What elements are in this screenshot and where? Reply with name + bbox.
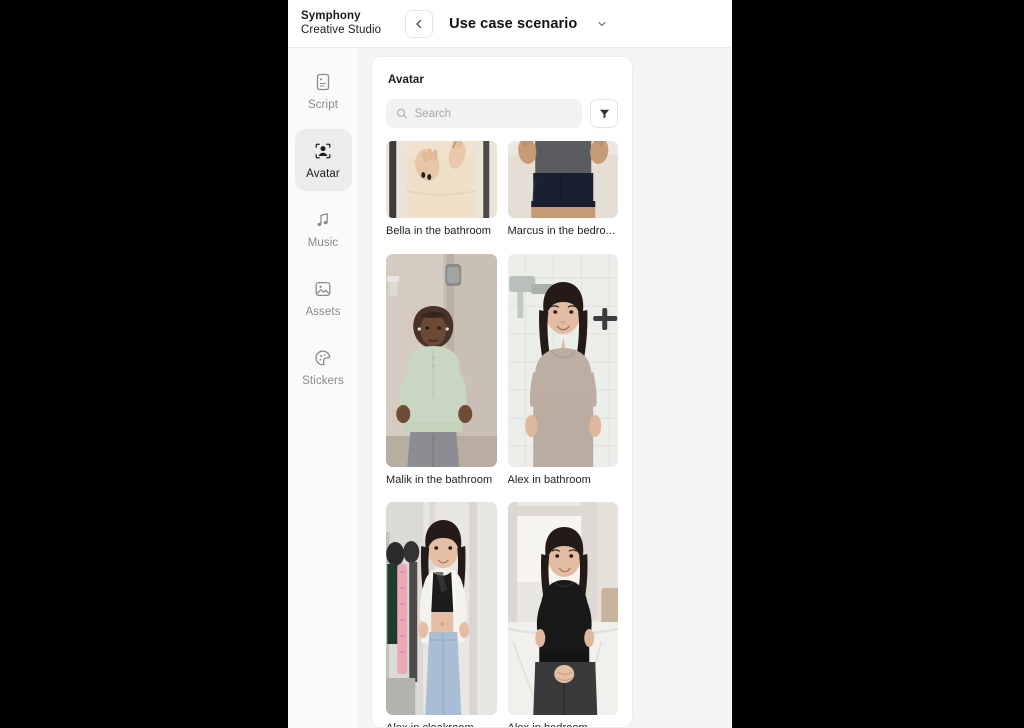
sidebar-item-label: Stickers [302, 374, 344, 387]
panel-title: Avatar [388, 74, 424, 86]
sidebar-item-label: Script [308, 98, 338, 111]
avatar-card-label: Marcus in the bedro... [507, 225, 615, 237]
app-header: Symphony Creative Studio Use case scenar… [288, 0, 732, 48]
left-sidebar: Script Avatar Music Assets Stickers [288, 48, 359, 728]
script-icon [316, 73, 330, 90]
avatar-thumbnail[interactable] [507, 141, 618, 218]
avatar-thumbnail[interactable] [386, 141, 497, 218]
sidebar-item-label: Assets [305, 305, 341, 318]
avatar-thumbnail[interactable] [507, 502, 618, 716]
avatar-card-label: Alex in bedroom [508, 722, 619, 727]
filter-button[interactable] [590, 99, 618, 128]
avatar-card[interactable]: Alex in bedroom [507, 502, 619, 727]
avatar-grid: Bella in the bathroom Marcus in the bedr… [372, 141, 632, 727]
avatar-card-label: Alex in bathroom [507, 473, 591, 486]
avatar-icon [315, 143, 331, 158]
filter-funnel-icon [599, 109, 609, 119]
sidebar-item-label: Music [307, 236, 339, 249]
back-button[interactable] [405, 9, 434, 38]
stickers-icon [315, 350, 331, 365]
avatar-thumbnail-image [507, 253, 618, 467]
brand-name: Symphony [301, 9, 361, 22]
sidebar-item-stickers[interactable]: Stickers [295, 336, 352, 398]
avatar-thumbnail-image [386, 502, 497, 716]
sidebar-item-music[interactable]: Music [295, 198, 352, 260]
avatar-thumbnail[interactable] [386, 502, 497, 716]
brand-subtitle: Creative Studio [301, 23, 382, 36]
chevron-down-icon [598, 21, 606, 26]
avatar-thumbnail-image [386, 141, 497, 218]
app-window: Symphony Creative Studio Use case scenar… [288, 0, 732, 728]
document-dropdown-button[interactable] [595, 17, 609, 31]
sidebar-item-script[interactable]: Script [295, 60, 352, 122]
sidebar-item-label: Avatar [306, 167, 340, 180]
avatar-thumbnail-image [386, 253, 497, 467]
avatar-card[interactable]: Alex in cloakroom [386, 502, 497, 727]
avatar-thumbnail-image [507, 502, 618, 716]
brand-logo: Symphony Creative Studio [301, 10, 381, 37]
avatar-card[interactable]: Malik in the bathroom [386, 253, 497, 493]
avatar-card[interactable]: Bella in the bathroom [386, 141, 497, 244]
avatar-thumbnail[interactable] [507, 253, 618, 467]
search-input[interactable] [414, 107, 572, 120]
avatar-thumbnail[interactable] [386, 253, 497, 467]
music-icon [317, 212, 328, 226]
avatar-panel: Avatar Search Bella in the bathroom Marc… [371, 56, 633, 728]
avatar-card[interactable]: Alex in bathroom [507, 253, 618, 493]
search-icon [397, 108, 407, 119]
avatar-thumbnail-image [507, 141, 618, 218]
sidebar-item-avatar[interactable]: Avatar [294, 129, 352, 191]
avatar-card-label: Malik in the bathroom [386, 473, 493, 486]
assets-icon [315, 281, 331, 296]
avatar-card-label: Alex in cloakroom [386, 722, 497, 727]
avatar-card-label: Bella in the bathroom [386, 225, 492, 237]
avatar-card[interactable]: Marcus in the bedro... [507, 141, 618, 244]
sidebar-item-assets[interactable]: Assets [295, 267, 352, 329]
chevron-left-icon [416, 19, 422, 28]
panel-search-row [386, 99, 618, 128]
document-title[interactable]: Use case scenario [449, 16, 577, 32]
search-box[interactable] [386, 99, 582, 128]
